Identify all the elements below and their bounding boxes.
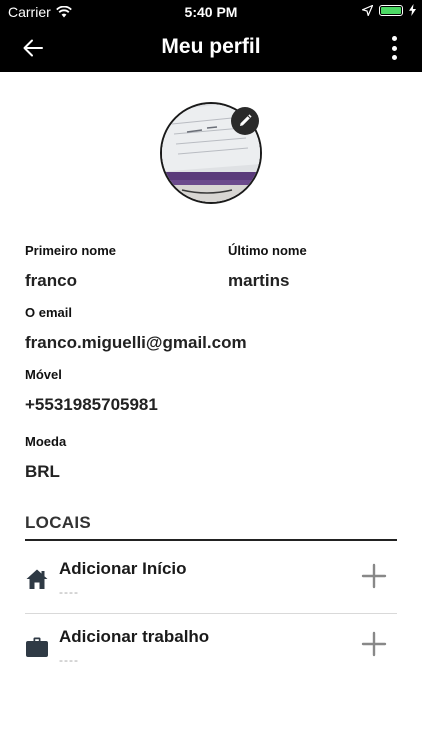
first-name-value[interactable]: franco — [25, 271, 77, 291]
email-value[interactable]: franco.miguelli@gmail.com — [25, 333, 247, 353]
email-label: O email — [25, 305, 72, 320]
status-right — [362, 4, 416, 16]
last-name-label: Último nome — [228, 243, 307, 258]
mobile-value[interactable]: +5531985705981 — [25, 395, 158, 415]
location-item-label: Adicionar trabalho — [59, 627, 210, 646]
status-bar: Carrier 5:40 PM — [0, 0, 422, 24]
battery-level — [381, 6, 401, 14]
add-work-plus-icon[interactable] — [361, 631, 387, 657]
location-item-value: ---- — [59, 585, 79, 599]
location-item-value: ---- — [59, 653, 79, 667]
mobile-label: Móvel — [25, 367, 62, 382]
add-home-plus-icon[interactable] — [361, 563, 387, 589]
location-item-home[interactable]: Adicionar Início ---- — [25, 545, 397, 613]
page-title: Meu perfil — [161, 35, 261, 58]
locations-section-title: LOCAIS — [25, 513, 92, 532]
edit-photo-button[interactable] — [231, 107, 259, 135]
home-icon — [26, 569, 48, 589]
location-item-work[interactable]: Adicionar trabalho ---- — [25, 613, 397, 681]
location-item-label: Adicionar Início — [59, 559, 187, 578]
more-options-button[interactable] — [386, 36, 402, 60]
currency-label: Moeda — [25, 434, 67, 449]
briefcase-icon — [26, 637, 48, 657]
clock: 5:40 PM — [184, 4, 238, 20]
more-vert-icon — [391, 36, 397, 41]
section-divider — [25, 539, 397, 541]
currency-value[interactable]: BRL — [25, 462, 60, 482]
battery-icon — [379, 4, 403, 16]
charging-icon — [409, 4, 416, 16]
first-name-label: Primeiro nome — [25, 243, 117, 258]
last-name-value[interactable]: martins — [228, 271, 289, 291]
location-arrow-icon — [362, 4, 373, 16]
pencil-icon — [240, 114, 252, 126]
app-bar: Meu perfil — [0, 24, 422, 72]
